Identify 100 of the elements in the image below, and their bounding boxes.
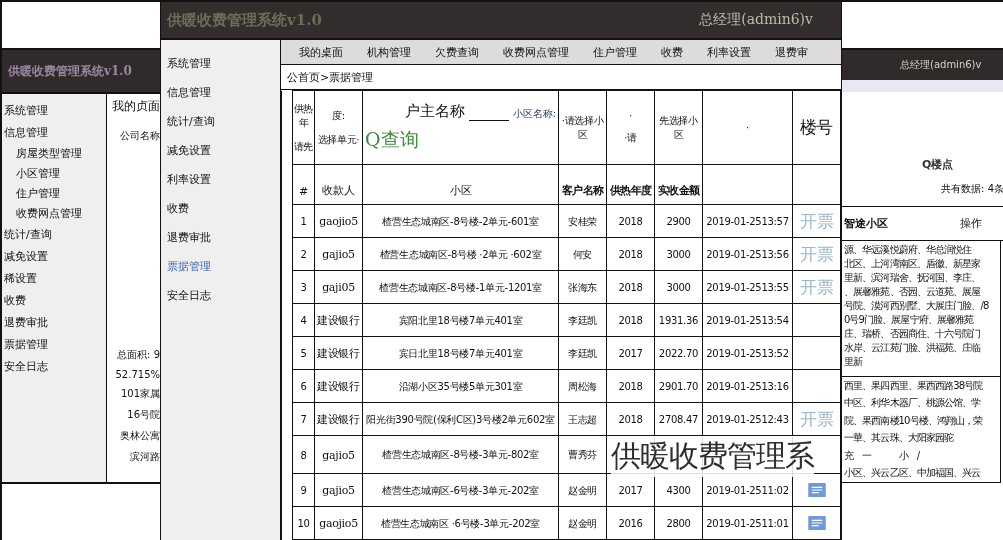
sidebar-item[interactable]: 收费 [161, 199, 189, 219]
breadcrumb[interactable]: 公首页>票据管理 [287, 69, 374, 85]
sidebar-item[interactable]: 安全日志 [161, 286, 211, 306]
user-menu[interactable]: 总经理(admin6)v [900, 58, 982, 72]
nav-tab[interactable]: 退费审 [763, 44, 820, 60]
table-cell: 2018 [618, 249, 643, 260]
sidebar-item[interactable]: 系统管理 [161, 54, 211, 74]
sidebar-item[interactable]: 退费审批 [2, 312, 48, 334]
cell-text: 、展馨雅苑、否园、云道苑、展屋 [844, 285, 982, 299]
table-cell: 2016 [618, 518, 643, 529]
sidebar-item[interactable]: 住户管理 [2, 184, 60, 204]
sidebar-item[interactable]: 减免设置 [161, 141, 211, 161]
cell-text: 里新、滨河瑞舍、抚河国、李庄、 [844, 271, 982, 285]
table-cell: 楂营生态城南区-8号楼-3单元-802室 [382, 449, 539, 460]
content-text: 滨河路 [130, 450, 160, 464]
table-cell: 4300 [666, 485, 691, 496]
sidebar-item[interactable]: 安全日志 [2, 356, 48, 378]
sidebar-item[interactable]: 收费网点管理 [2, 204, 82, 224]
nav-tab[interactable]: 收费网点管理 [491, 44, 581, 60]
table-cell: 7 [300, 414, 307, 425]
user-menu[interactable]: 总经理(admin6)v [699, 11, 813, 29]
table-cell: 周松海 [567, 380, 598, 392]
sidebar-item[interactable]: 系统管理 [2, 100, 48, 122]
filter-label: 先选择小区 [658, 113, 699, 142]
nav-tab[interactable]: 收费 [649, 44, 695, 60]
sidebar-item[interactable]: 统计/查询 [2, 224, 52, 246]
table-cell: 赵金明 [567, 484, 598, 496]
filter-label: · [746, 122, 749, 133]
table-cell: 2019-01-2513:55 [706, 282, 789, 293]
nav-tab[interactable]: 我的桌面 [287, 44, 355, 60]
table-cell: 2900 [666, 216, 691, 227]
cell-text: 院、果西南楼10号楼、鸿翔山，荣 [844, 413, 984, 428]
table-cell: 楂营生态城南区-8号楼 ·2单元 ·602室 [379, 248, 542, 260]
sidebar-item[interactable]: 票据管理 [2, 334, 48, 356]
table-cell: 9 [300, 485, 307, 496]
table-cell: 2018 [618, 315, 643, 326]
table-cell: 建设银行 [317, 313, 360, 327]
table-cell: 赵金明 [567, 517, 598, 529]
table-cell: 1931.36 [658, 315, 699, 326]
sidebar-item[interactable]: 收费 [2, 290, 26, 312]
table-cell: 2019-01-2511:02 [706, 485, 789, 496]
content-text: 我的贞面 [112, 98, 160, 115]
cell-text: 西里、果四西里、果西西路38号院 [844, 378, 984, 393]
sidebar-item[interactable]: 信息管理 [161, 83, 211, 103]
table-cell: 建设银行 [317, 346, 360, 360]
sidebar-item[interactable]: 统计/查询 [161, 112, 215, 132]
nav-tab[interactable]: 欠费查询 [423, 44, 491, 60]
table-cell: 楂营生态城南区-8号楼-1单元-1201室 [379, 281, 542, 293]
table-cell: 安桂荣 [567, 215, 598, 227]
nav-tab[interactable]: 机构管理 [355, 44, 423, 60]
table-cell: 2022.70 [658, 348, 699, 359]
table-cell: 2800 [666, 518, 691, 529]
cell-text: 0号9门脸、展屋宁府、展馨雅苑 [844, 313, 975, 327]
table-cell: 2017 [618, 348, 643, 359]
content-text: 奥林公寓 [120, 429, 160, 443]
table-cell: 2018 [618, 381, 643, 392]
search-button[interactable]: Q查询 [363, 127, 419, 153]
sidebar-item[interactable]: 票据管理 [161, 257, 211, 277]
sidebar-item[interactable]: 稀设置 [2, 268, 37, 290]
sidebar-item[interactable]: 房屋类型管理 [2, 144, 82, 164]
table-cell: 6 [300, 381, 307, 392]
sidebar-item[interactable]: 退费审批 [161, 228, 211, 248]
table-cell: gaji05 [322, 281, 355, 294]
table-cell: 2019-01-2513:54 [706, 315, 789, 326]
filter-label: ·请选择小区 [560, 113, 605, 142]
table-cell: 10 [297, 518, 310, 529]
table-cell: 5 [300, 348, 307, 359]
sidebar-item[interactable]: 信息管理 [2, 122, 48, 144]
cell-text: 一華、其云珠、大阳家园驼 [844, 431, 955, 446]
content-text: 总面积: 9 [117, 348, 160, 362]
table-cell: 宾阳北里18号楼7单元401室 [398, 314, 523, 326]
cell-text: 中区、利华木器厂、桃源公馆、学 [844, 396, 982, 411]
column-header: 小区 [449, 183, 472, 199]
nav-tab[interactable]: 住户管理 [581, 44, 649, 60]
table-cell: 2018 [618, 282, 643, 293]
table-cell: 何安 [572, 248, 593, 260]
column-header: 智途小区 [844, 216, 888, 231]
field-label: 户主名称 [404, 102, 465, 121]
table-cell: 4 [300, 315, 307, 326]
table-cell: 王志超 [567, 413, 598, 425]
cell-text: 水岸、云江苑门脸、洪福苑、庄临 [844, 341, 982, 355]
sidebar-item[interactable]: 利率设置 [161, 170, 211, 190]
list-icon[interactable] [807, 483, 826, 498]
column-header: 实收金额 [657, 183, 700, 199]
table-cell: 阳光街390号院(保利C区)3号楼2单元602室 [366, 413, 555, 425]
table-cell: 2018 [618, 414, 643, 425]
table-cell: 2019-01-2512:43 [706, 414, 789, 425]
filter-label: 供热年 [293, 101, 314, 130]
table-cell: gajio5 [322, 448, 355, 462]
table-cell: 2017 [618, 485, 643, 496]
cell-text: 源、华远溪悦蔚府、华总润悦住 [844, 243, 973, 257]
sidebar-item[interactable]: 减免设置 [2, 246, 48, 268]
cell-text: 号院、漠河西别墅、大展庄门脸、/8 [844, 299, 990, 313]
sidebar-item[interactable]: 小区管理 [2, 164, 60, 184]
table-cell: 8 [300, 449, 307, 461]
column-header: 操作 [960, 216, 982, 231]
table-cell: 建设银行 [317, 379, 360, 393]
nav-tab[interactable]: 利率设置 [695, 44, 763, 60]
search-button[interactable]: Q楼点 [922, 157, 954, 172]
list-icon[interactable] [807, 516, 826, 531]
